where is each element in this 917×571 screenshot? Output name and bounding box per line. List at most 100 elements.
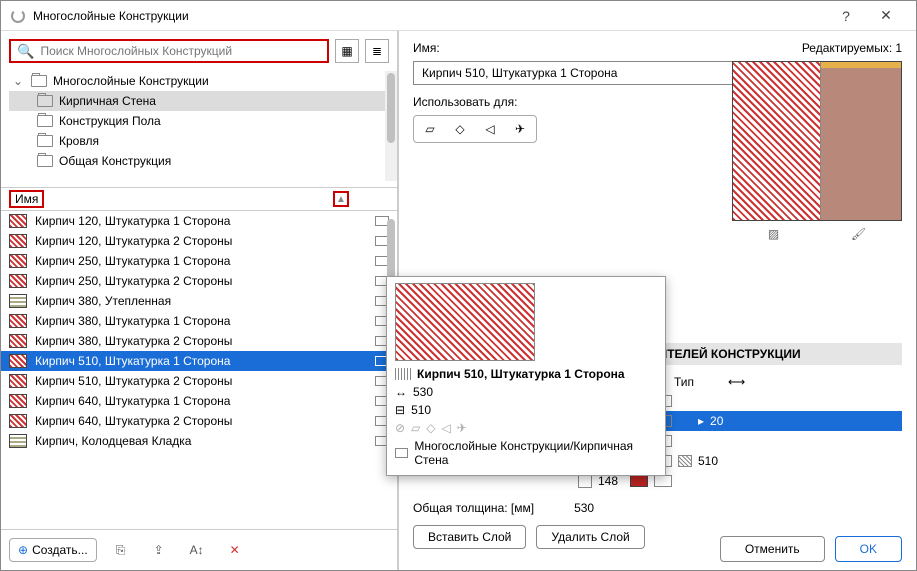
search-input[interactable]: [40, 44, 321, 58]
layer-checkbox[interactable]: [578, 474, 592, 488]
total-value: 530: [574, 501, 594, 515]
hatch-icon[interactable]: ▨: [768, 227, 779, 241]
preview-layer-1: [733, 62, 821, 220]
insert-layer-button[interactable]: Вставить Слой: [413, 525, 526, 549]
list-item[interactable]: Кирпич 250, Штукатурка 2 Стороны: [1, 271, 397, 291]
tooltip-path: Многослойные Конструкции/Кирпичная Стена: [414, 439, 657, 467]
use-for-tools: ▱ ◇ ◁ ✈: [413, 115, 537, 143]
layer-thickness[interactable]: 20: [710, 414, 740, 428]
view-grid-button[interactable]: ▦: [335, 39, 359, 63]
sort-indicator[interactable]: ▲: [333, 191, 349, 207]
material-swatch: [9, 274, 27, 288]
duplicate-button[interactable]: ⎘: [107, 538, 135, 562]
check-icon: ⊘: [395, 421, 405, 435]
layer-pattern[interactable]: [678, 455, 692, 467]
delete-layer-button[interactable]: Удалить Слой: [536, 525, 644, 549]
list-item-label: Кирпич 250, Штукатурка 1 Сторона: [35, 254, 367, 268]
list-item[interactable]: Кирпич 120, Штукатурка 1 Сторона: [1, 211, 397, 231]
cancel-button[interactable]: Отменить: [720, 536, 825, 562]
loading-icon: [11, 9, 25, 23]
slab-icon: ◇: [426, 421, 435, 435]
material-swatch: [9, 414, 27, 428]
tree-label: Многослойные Конструкции: [53, 74, 209, 88]
totals: Общая толщина: [мм] 530: [413, 501, 902, 515]
ok-button[interactable]: OK: [835, 536, 902, 562]
wall-icon: ▱: [411, 421, 420, 435]
tree-item[interactable]: Кровля: [9, 131, 389, 151]
create-label: Создать...: [32, 543, 88, 557]
list-item[interactable]: Кирпич 510, Штукатурка 1 Сторона: [1, 351, 397, 371]
view-list-button[interactable]: ≣: [365, 39, 389, 63]
tree-scrollbar[interactable]: [385, 71, 397, 181]
help-button[interactable]: ?: [826, 8, 866, 24]
preview: ▨ 🖌: [732, 61, 902, 241]
material-swatch: [9, 254, 27, 268]
tree-item-label: Кирпичная Стена: [59, 94, 156, 108]
list-item[interactable]: Кирпич 640, Штукатурка 2 Стороны: [1, 411, 397, 431]
tooltip-title: Кирпич 510, Штукатурка 1 Сторона: [417, 367, 625, 381]
material-swatch: [9, 354, 27, 368]
layer-pen[interactable]: 148: [598, 474, 624, 488]
tool-wall-icon[interactable]: ▱: [418, 120, 442, 138]
brush-icon[interactable]: 🖌: [851, 227, 866, 241]
tree-item[interactable]: Кирпичная Стена: [9, 91, 389, 111]
tree-root[interactable]: ⌄ Многослойные Конструкции: [9, 71, 389, 91]
layer-line[interactable]: [654, 475, 672, 487]
list-item[interactable]: Кирпич 380, Штукатурка 2 Стороны: [1, 331, 397, 351]
material-swatch: [9, 394, 27, 408]
move-button[interactable]: ⇪: [145, 538, 173, 562]
tool-slab-icon[interactable]: ◇: [448, 120, 472, 138]
folder-tree: ⌄ Многослойные Конструкции Кирпичная Сте…: [1, 71, 397, 181]
tree-item[interactable]: Общая Конструкция: [9, 151, 389, 171]
search-icon: 🔍: [17, 43, 34, 60]
list-item-label: Кирпич 120, Штукатурка 1 Сторона: [35, 214, 367, 228]
list-header[interactable]: Имя ▲: [1, 187, 397, 211]
tree-item[interactable]: Конструкция Пола: [9, 111, 389, 131]
material-swatch: [9, 334, 27, 348]
preview-box: [732, 61, 902, 221]
window-title: Многослойные Конструкции: [33, 9, 826, 23]
plus-icon: ⊕: [18, 543, 28, 557]
material-swatch: [9, 434, 27, 448]
list-item[interactable]: Кирпич 380, Штукатурка 1 Сторона: [1, 311, 397, 331]
material-swatch: [9, 294, 27, 308]
thickness-icon: ⟷: [728, 375, 745, 389]
delete-button[interactable]: ✕: [221, 538, 249, 562]
close-button[interactable]: ✕: [866, 7, 906, 24]
search-box[interactable]: 🔍: [9, 39, 329, 63]
list-item-label: Кирпич 640, Штукатурка 1 Сторона: [35, 394, 367, 408]
material-swatch: [9, 214, 27, 228]
list-item-label: Кирпич 510, Штукатурка 2 Стороны: [35, 374, 367, 388]
tooltip-dim1: 530: [413, 385, 433, 399]
material-swatch: [9, 314, 27, 328]
tree-item-label: Кровля: [59, 134, 99, 148]
tool-shell-icon[interactable]: ✈: [508, 120, 532, 138]
create-button[interactable]: ⊕ Создать...: [9, 538, 97, 562]
list-item[interactable]: Кирпич, Колодцевая Кладка: [1, 431, 397, 451]
list-item-label: Кирпич 380, Штукатурка 2 Стороны: [35, 334, 367, 348]
list-item[interactable]: Кирпич 250, Штукатурка 1 Сторона: [1, 251, 397, 271]
preview-layer-2: [821, 62, 901, 220]
folder-icon: [37, 95, 53, 107]
tool-roof-icon[interactable]: ◁: [478, 120, 502, 138]
list-item[interactable]: Кирпич 380, Утепленная: [1, 291, 397, 311]
tooltip: Кирпич 510, Штукатурка 1 Сторона ↔ 530 ⊟…: [386, 276, 666, 476]
tree-item-label: Общая Конструкция: [59, 154, 171, 168]
dialog-buttons: Отменить OK: [720, 536, 902, 562]
list-item[interactable]: Кирпич 640, Штукатурка 1 Сторона: [1, 391, 397, 411]
layer-color[interactable]: [630, 475, 648, 487]
total-label: Общая толщина: [мм]: [413, 501, 534, 515]
folder-icon: [37, 135, 53, 147]
tooltip-dim2-row: ⊟ 510: [395, 401, 657, 419]
layer-thickness[interactable]: 510: [698, 454, 728, 468]
titlebar: Многослойные Конструкции ? ✕: [1, 1, 916, 31]
name-input[interactable]: [413, 61, 743, 85]
list-item[interactable]: Кирпич 510, Штукатурка 2 Стороны: [1, 371, 397, 391]
material-swatch: [9, 234, 27, 248]
rename-button[interactable]: A↕: [183, 538, 211, 562]
preview-mode-icons: ▨ 🖌: [732, 227, 902, 241]
list-item-label: Кирпич 640, Штукатурка 2 Стороны: [35, 414, 367, 428]
list-item[interactable]: Кирпич 120, Штукатурка 2 Стороны: [1, 231, 397, 251]
tooltip-tools: ⊘ ▱ ◇ ◁ ✈: [395, 419, 657, 437]
list-item-label: Кирпич 250, Штукатурка 2 Стороны: [35, 274, 367, 288]
